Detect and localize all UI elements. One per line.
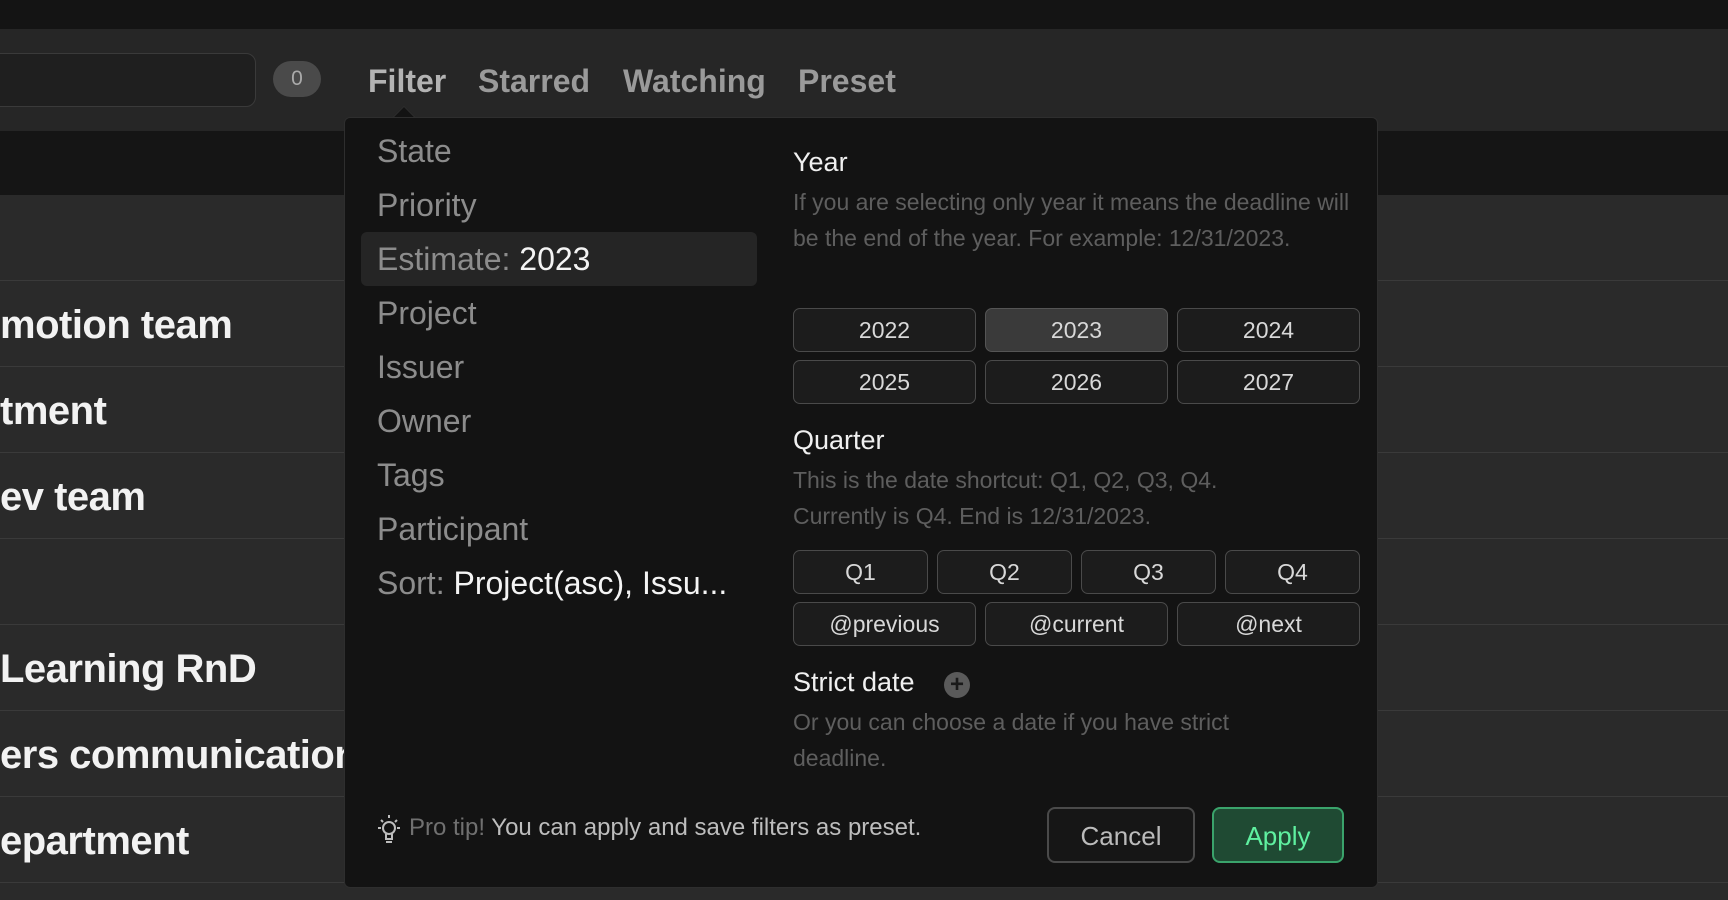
quarter-title: Quarter: [793, 425, 885, 455]
year-chip-2025[interactable]: 2025: [793, 360, 976, 404]
filter-menu-item-estimate[interactable]: Estimate: 2023: [361, 232, 757, 286]
cancel-button[interactable]: Cancel: [1047, 807, 1195, 863]
quarter-chip-q3[interactable]: Q3: [1081, 550, 1216, 594]
menu-item-label: Tags: [377, 457, 445, 493]
year-chip-2027[interactable]: 2027: [1177, 360, 1360, 404]
filter-menu-item-issuer[interactable]: Issuer: [361, 340, 757, 394]
filter-menu-item-project[interactable]: Project: [361, 286, 757, 340]
filter-menu-item-priority[interactable]: Priority: [361, 178, 757, 232]
filter-popover: State Priority Estimate: 2023 Project Is…: [344, 117, 1378, 888]
pro-tip-text: You can apply and save filters as preset…: [491, 814, 922, 841]
lightbulb-icon: [378, 814, 400, 843]
toolbar: 0 Filter Starred Watching Preset: [0, 29, 1728, 131]
year-title: Year: [793, 147, 848, 177]
menu-item-label: Project: [377, 295, 477, 331]
menu-item-label: Estimate:: [377, 241, 520, 277]
tab-filter[interactable]: Filter: [368, 61, 446, 101]
year-description: If you are selecting only year it means …: [793, 189, 1350, 251]
menu-item-label: State: [377, 133, 452, 169]
tab-watching[interactable]: Watching: [623, 61, 766, 101]
menu-item-value: Project(asc), Issu...: [453, 565, 728, 601]
filter-menu-item-state[interactable]: State: [361, 124, 757, 178]
filter-menu-item-sort[interactable]: Sort: Project(asc), Issu...: [361, 556, 757, 610]
year-chip-2022[interactable]: 2022: [793, 308, 976, 352]
pro-tip: Pro tip! You can apply and save filters …: [375, 808, 921, 848]
menu-item-label: Participant: [377, 511, 529, 547]
apply-button[interactable]: Apply: [1212, 807, 1344, 863]
quarter-chip-previous[interactable]: @previous: [793, 602, 976, 646]
search-input[interactable]: [0, 53, 256, 107]
list-item-label: ers communications: [0, 733, 381, 777]
menu-item-label: Owner: [377, 403, 472, 439]
menu-item-label: Issuer: [377, 349, 465, 385]
quarter-chip-current[interactable]: @current: [985, 602, 1168, 646]
quarter-chip-q4[interactable]: Q4: [1225, 550, 1360, 594]
list-item-label: tment: [0, 389, 107, 433]
filter-menu-item-participant[interactable]: Participant: [361, 502, 757, 556]
menu-item-label: Priority: [377, 187, 477, 223]
year-chip-2026[interactable]: 2026: [985, 360, 1168, 404]
year-chip-2024[interactable]: 2024: [1177, 308, 1360, 352]
strict-date-description: Or you can choose a date if you have str…: [793, 709, 1229, 771]
year-chip-2023[interactable]: 2023: [985, 308, 1168, 352]
list-item-label: ev team: [0, 475, 146, 519]
filter-menu-item-tags[interactable]: Tags: [361, 448, 757, 502]
menu-item-value: 2023: [519, 241, 591, 277]
strict-date-title: Strict date: [793, 667, 915, 697]
tab-preset[interactable]: Preset: [798, 61, 896, 101]
tab-starred[interactable]: Starred: [478, 61, 590, 101]
quarter-description: This is the date shortcut: Q1, Q2, Q3, Q…: [793, 467, 1218, 529]
list-item-label: epartment: [0, 819, 189, 863]
filter-menu-item-owner[interactable]: Owner: [361, 394, 757, 448]
quarter-chip-next[interactable]: @next: [1177, 602, 1360, 646]
quarter-chip-q1[interactable]: Q1: [793, 550, 928, 594]
top-bar: [0, 0, 1728, 29]
menu-item-label: Sort:: [377, 565, 454, 601]
list-item-label: motion team: [0, 303, 233, 347]
count-badge: 0: [273, 61, 321, 97]
quarter-chip-q2[interactable]: Q2: [937, 550, 1072, 594]
pro-tip-label: Pro tip!: [409, 814, 486, 841]
plus-icon[interactable]: +: [944, 672, 970, 698]
list-item-label: Learning RnD: [0, 647, 257, 691]
